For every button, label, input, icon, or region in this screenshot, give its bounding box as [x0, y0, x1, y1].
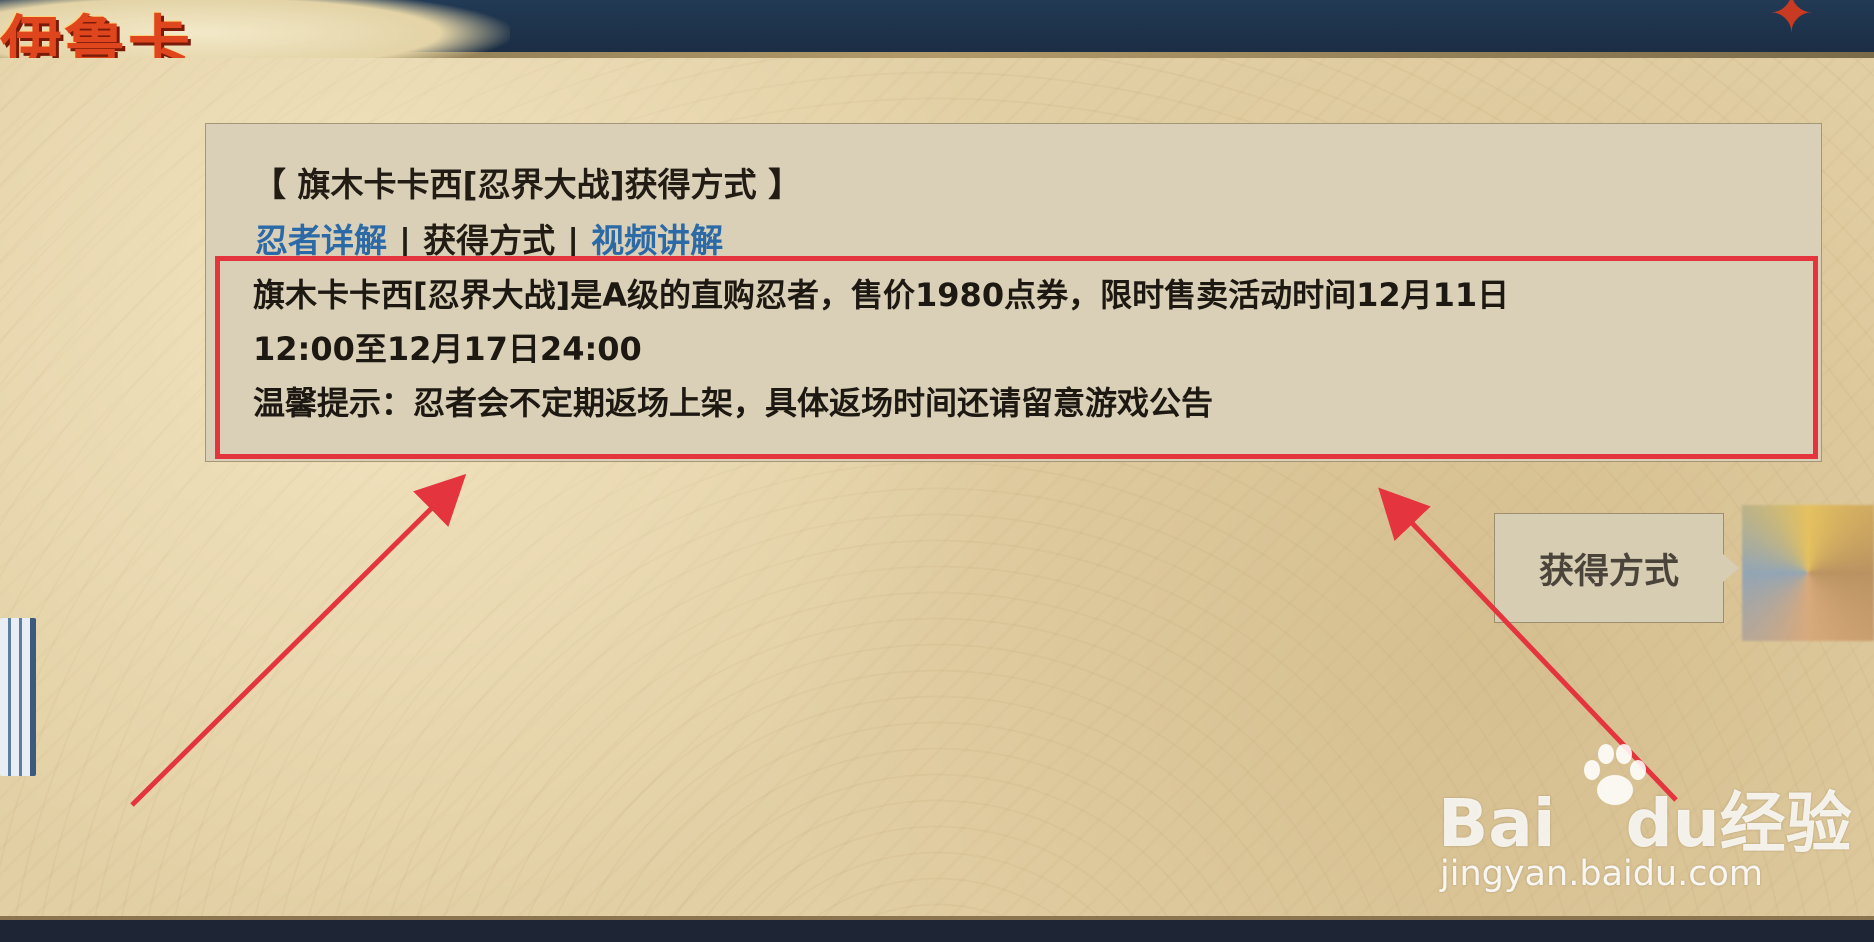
watermark-logo-suffix: 经验 — [1719, 785, 1852, 862]
arrow-left — [130, 473, 467, 807]
watermark-url: jingyan.baidu.com — [1440, 854, 1763, 894]
watermark-logo: Bai du经验 — [1438, 770, 1852, 866]
watermark-logo-text: Bai — [1438, 785, 1556, 862]
bottom-bar — [0, 916, 1874, 942]
watermark-logo-mid: du — [1625, 785, 1720, 862]
